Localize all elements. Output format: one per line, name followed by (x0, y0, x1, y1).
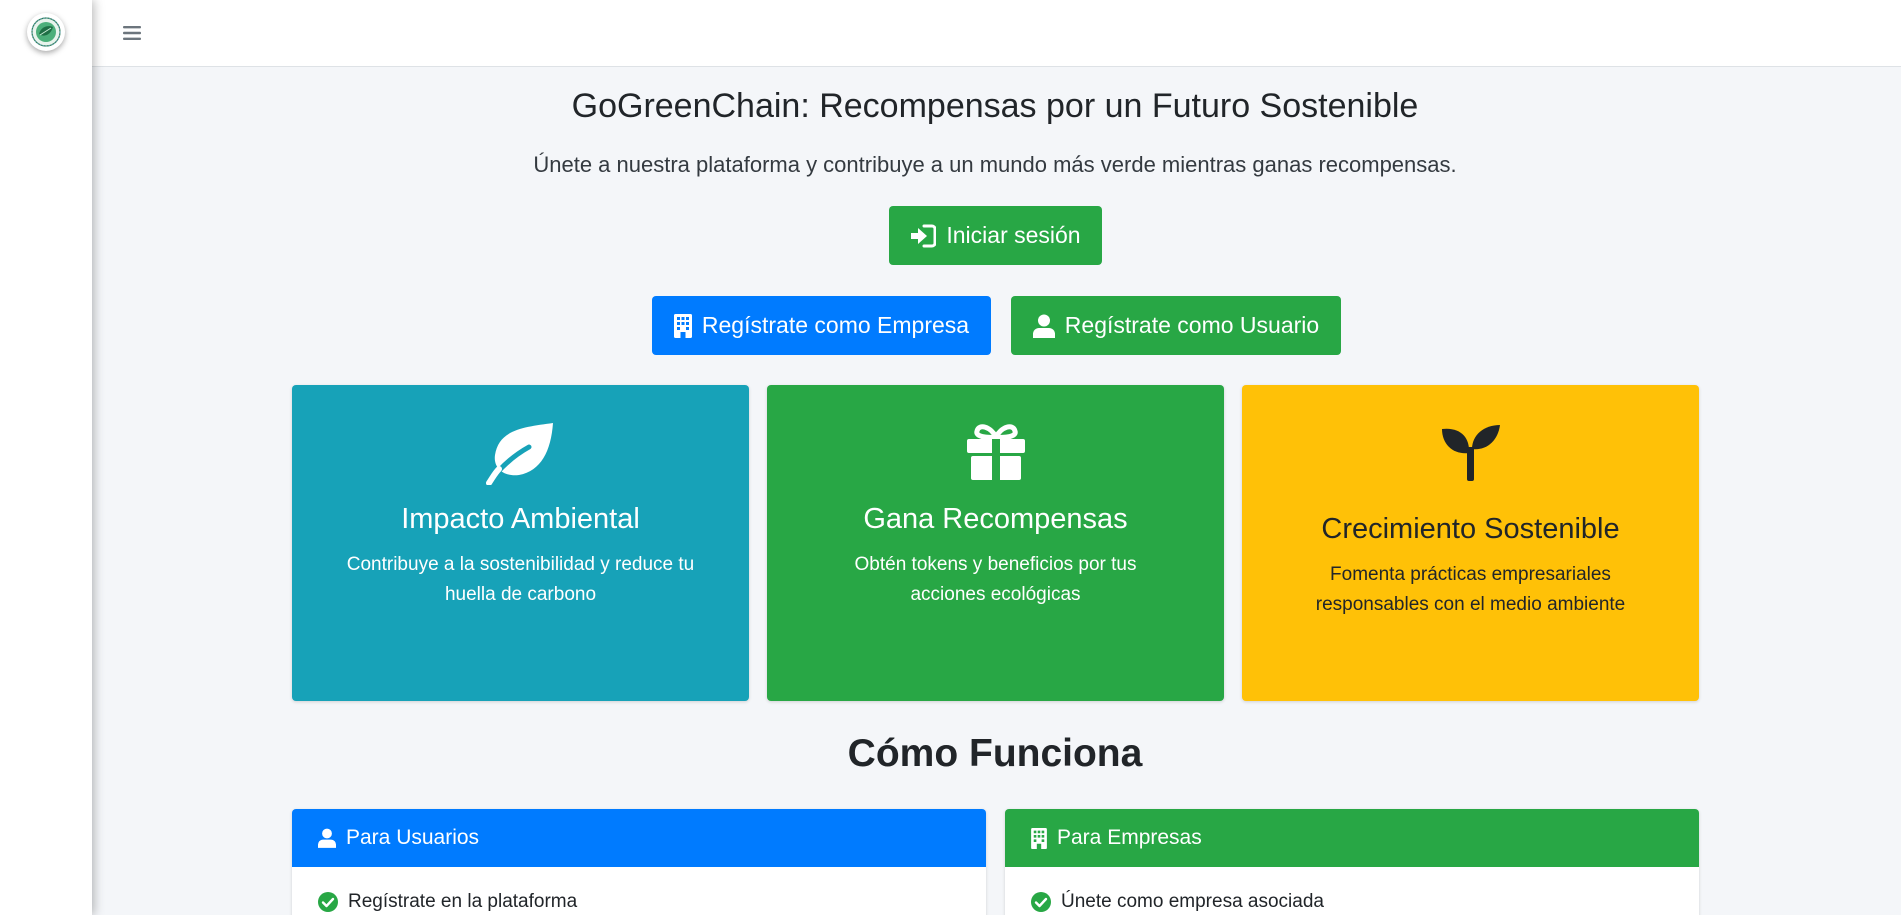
login-button-label: Iniciar sesión (946, 222, 1081, 248)
companies-card-title: Para Empresas (1057, 826, 1202, 849)
register-company-label: Regístrate como Empresa (701, 312, 970, 338)
feature-card-growth: Crecimiento Sostenible Fomenta prácticas… (1242, 385, 1699, 701)
leaf-icon (485, 423, 553, 485)
list-item: Regístrate en la plataforma (318, 891, 960, 913)
user-icon (1032, 314, 1055, 338)
main-content: GoGreenChain: Recompensas por un Futuro … (92, 67, 1901, 915)
user-icon (318, 828, 336, 848)
globe-leaf-logo-icon (31, 17, 61, 47)
feature-title: Crecimiento Sostenible (1321, 513, 1620, 545)
check-circle-icon (318, 892, 338, 912)
register-user-label: Regístrate como Usuario (1064, 312, 1320, 338)
companies-steps-list: Únete como empresa asociada (1005, 867, 1699, 913)
feature-description: Obtén tokens y beneficios por tus accion… (854, 554, 1137, 605)
companies-card: Para Empresas Únete como empresa asociad… (1005, 809, 1699, 915)
top-navbar (92, 0, 1901, 67)
page-subtitle: Únete a nuestra plataforma y contribuye … (533, 152, 1457, 177)
how-it-works-title: Cómo Funciona (847, 732, 1143, 775)
list-item-label: Únete como empresa asociada (1061, 891, 1324, 912)
page-title: GoGreenChain: Recompensas por un Futuro … (571, 87, 1419, 125)
building-icon (1031, 827, 1047, 849)
feature-title: Impacto Ambiental (401, 503, 640, 535)
users-card-title: Para Usuarios (346, 826, 480, 849)
hamburger-menu-icon (123, 26, 141, 40)
feature-card-rewards: Gana Recompensas Obtén tokens y benefici… (767, 385, 1224, 701)
seedling-icon (1441, 425, 1500, 481)
app-root: GoGreenChain: Recompensas por un Futuro … (0, 0, 1901, 915)
login-button[interactable]: Iniciar sesión (889, 206, 1102, 265)
users-card: Para Usuarios Regístrate en la plataform… (292, 809, 986, 915)
register-user-button[interactable]: Regístrate como Usuario (1011, 296, 1341, 355)
feature-card-impact: Impacto Ambiental Contribuye a la sosten… (292, 385, 749, 701)
register-company-button[interactable]: Regístrate como Empresa (652, 296, 991, 355)
feature-description: Fomenta prácticas empresariales responsa… (1315, 564, 1626, 615)
feature-title: Gana Recompensas (863, 503, 1128, 535)
list-item-label: Regístrate en la plataforma (348, 891, 578, 912)
check-circle-icon (1031, 892, 1051, 912)
building-icon (673, 313, 692, 338)
list-item: Únete como empresa asociada (1031, 891, 1673, 913)
menu-toggle-button[interactable] (120, 21, 144, 45)
feature-description: Contribuye a la sostenibilidad y reduce … (346, 554, 695, 605)
companies-card-header: Para Empresas (1005, 809, 1699, 867)
sign-in-icon (911, 224, 937, 247)
users-steps-list: Regístrate en la plataforma (292, 867, 986, 913)
brand-logo[interactable] (27, 13, 65, 51)
gift-icon (966, 424, 1025, 480)
users-card-header: Para Usuarios (292, 809, 986, 867)
sidebar (0, 0, 92, 915)
